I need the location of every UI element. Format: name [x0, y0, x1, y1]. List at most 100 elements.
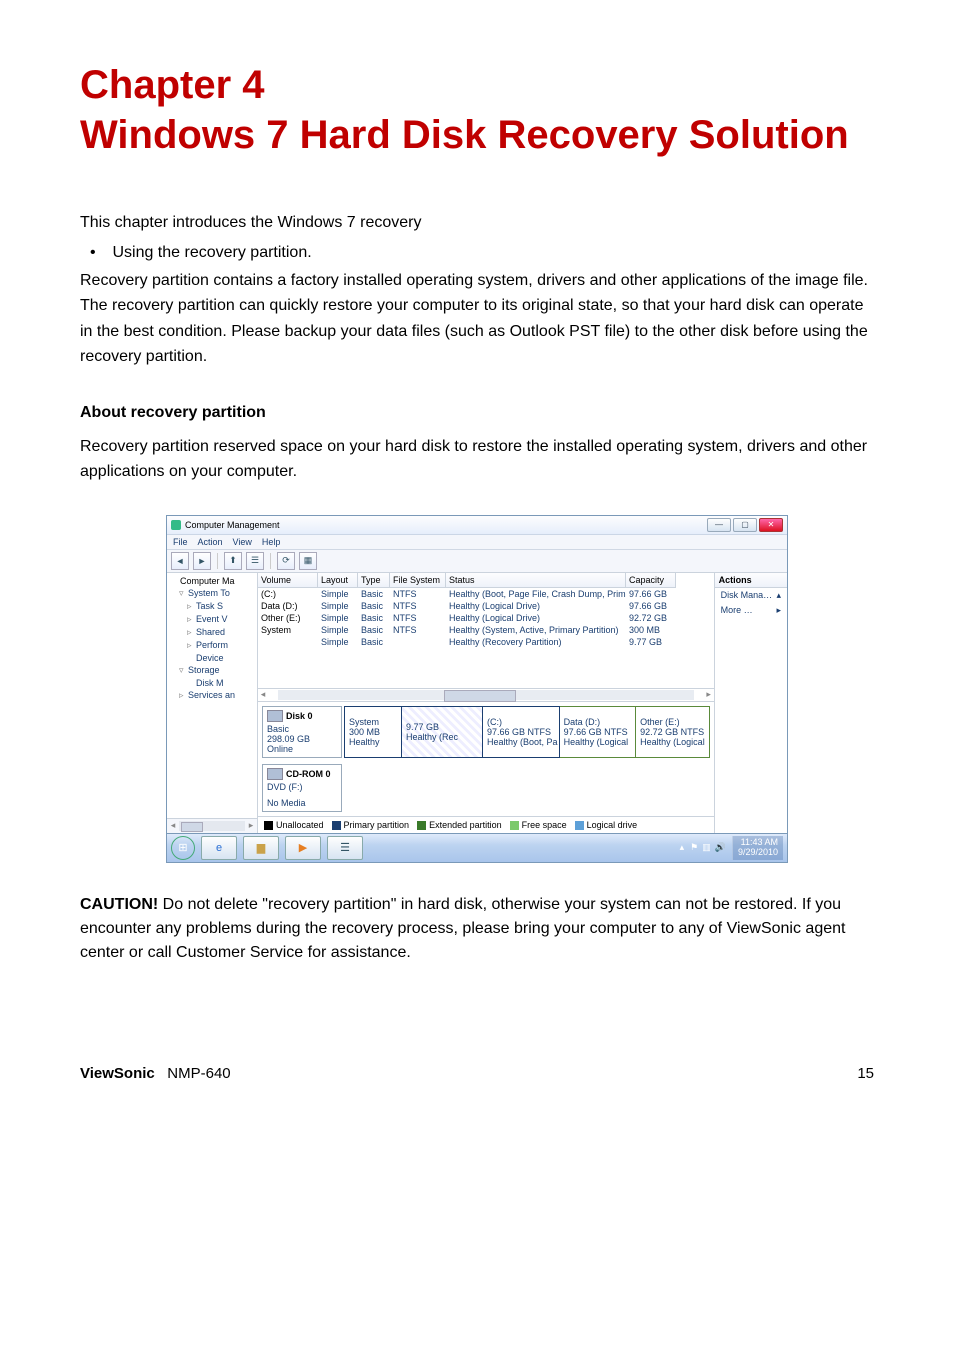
volume-row[interactable]: System Simple Basic NTFS Healthy (System…	[258, 624, 714, 636]
footer-brand: ViewSonic	[80, 1065, 155, 1082]
disk0-block[interactable]: Disk 0 Basic 298.09 GB Online System 300…	[262, 706, 710, 758]
col-status[interactable]: Status	[446, 573, 626, 588]
intro-bullet-text: Using the recovery partition.	[112, 244, 311, 261]
up-icon[interactable]: ⬆	[224, 552, 242, 570]
tree-performance[interactable]: ▹Perform	[169, 639, 259, 652]
cell-capacity: 97.66 GB	[626, 600, 676, 612]
partition-system[interactable]: System 300 MB Healthy	[344, 706, 402, 758]
cell-fs: NTFS	[390, 588, 446, 600]
legend-extended: Extended partition	[429, 820, 502, 830]
tree-services[interactable]: ▹Services an	[169, 689, 259, 702]
tray-network-icon[interactable]: ▥	[702, 842, 711, 853]
col-type[interactable]: Type	[358, 573, 390, 588]
legend-free-icon	[510, 821, 519, 830]
col-layout[interactable]: Layout	[318, 573, 358, 588]
window-title: Computer Management	[185, 520, 280, 530]
taskbar-app-icon[interactable]: ☰	[327, 836, 363, 860]
taskbar-clock[interactable]: 11:43 AM 9/29/2010	[732, 836, 783, 860]
tray-show-hidden-icon[interactable]: ▴	[680, 842, 685, 853]
action-disk-management[interactable]: Disk Mana…▴	[715, 588, 787, 603]
cell-capacity: 97.66 GB	[626, 588, 676, 600]
menu-view[interactable]: View	[233, 537, 252, 547]
cell-capacity: 300 MB	[626, 624, 676, 636]
cell-fs: NTFS	[390, 612, 446, 624]
cell-volume: Other (E:)	[258, 612, 318, 624]
volume-header-row: Volume Layout Type File System Status Ca…	[258, 573, 714, 588]
about-heading: About recovery partition	[80, 400, 874, 426]
tree-shared-folders[interactable]: ▹Shared	[169, 626, 259, 639]
taskbar-date: 9/29/2010	[738, 848, 778, 858]
properties-icon[interactable]: ☰	[246, 552, 264, 570]
page-footer: ViewSonic NMP-640 15	[80, 1065, 874, 1082]
tray-volume-icon[interactable]: 🔊	[715, 842, 726, 853]
cell-layout: Simple	[318, 588, 358, 600]
tree-root[interactable]: Computer Ma	[169, 575, 259, 587]
maximize-button[interactable]: ▢	[733, 518, 757, 532]
tree-device-manager[interactable]: Device	[169, 652, 259, 664]
partition-recovery[interactable]: 9.77 GB Healthy (Rec	[402, 706, 483, 758]
cdrom-label: CD-ROM 0 DVD (F:) No Media	[262, 764, 342, 812]
legend: Unallocated Primary partition Extended p…	[258, 816, 714, 833]
cell-capacity: 92.72 GB	[626, 612, 676, 624]
window-body: Computer Ma ▿System To ▹Task S ▹Event V …	[167, 573, 787, 833]
tree-disk-management[interactable]: Disk M	[169, 677, 259, 689]
refresh-icon[interactable]: ⟳	[277, 552, 295, 570]
col-filesystem[interactable]: File System	[390, 573, 446, 588]
cell-fs: NTFS	[390, 624, 446, 636]
footer-model: NMP-640	[167, 1065, 230, 1082]
actions-header: Actions	[715, 573, 787, 588]
partition-d[interactable]: Data (D:) 97.66 GB NTFS Healthy (Logical	[560, 706, 637, 758]
nav-back-icon[interactable]: ◄	[171, 552, 189, 570]
cdrom-block[interactable]: CD-ROM 0 DVD (F:) No Media	[262, 764, 710, 812]
cell-volume: (C:)	[258, 588, 318, 600]
cell-volume: System	[258, 624, 318, 636]
tray-flag-icon[interactable]: ⚑	[690, 842, 698, 853]
legend-free: Free space	[522, 820, 567, 830]
start-button[interactable]: ⊞	[171, 836, 195, 860]
list-view-icon[interactable]: ▦	[299, 552, 317, 570]
disk-icon	[267, 710, 283, 722]
taskbar-explorer-icon[interactable]: ▆	[243, 836, 279, 860]
nav-forward-icon[interactable]: ►	[193, 552, 211, 570]
cell-type: Basic	[358, 636, 390, 648]
tree-horizontal-scrollbar[interactable]: ◂▸	[167, 818, 257, 833]
partition-c[interactable]: (C:) 97.66 GB NTFS Healthy (Boot, Pa	[483, 706, 560, 758]
col-capacity[interactable]: Capacity	[626, 573, 676, 588]
legend-primary: Primary partition	[344, 820, 410, 830]
action-more[interactable]: More …▸	[715, 603, 787, 618]
close-button[interactable]: ✕	[759, 518, 783, 532]
volume-row[interactable]: Simple Basic Healthy (Recovery Partition…	[258, 636, 714, 648]
taskbar-media-icon[interactable]: ▶	[285, 836, 321, 860]
volume-row[interactable]: (C:) Simple Basic NTFS Healthy (Boot, Pa…	[258, 588, 714, 600]
volume-row[interactable]: Other (E:) Simple Basic NTFS Healthy (Lo…	[258, 612, 714, 624]
menu-action[interactable]: Action	[198, 537, 223, 547]
menu-help[interactable]: Help	[262, 537, 281, 547]
caution-paragraph: CAUTION! Do not delete "recovery partiti…	[80, 893, 874, 965]
minimize-button[interactable]: —	[707, 518, 731, 532]
tree-task-scheduler[interactable]: ▹Task S	[169, 600, 259, 613]
menu-file[interactable]: File	[173, 537, 188, 547]
tree-storage[interactable]: ▿Storage	[169, 664, 259, 677]
bullet-dot-icon: •	[90, 244, 108, 262]
volume-table: Volume Layout Type File System Status Ca…	[258, 573, 714, 702]
cell-layout: Simple	[318, 624, 358, 636]
legend-extended-icon	[417, 821, 426, 830]
cell-type: Basic	[358, 588, 390, 600]
menubar: File Action View Help	[167, 535, 787, 550]
cell-fs: NTFS	[390, 600, 446, 612]
volume-row[interactable]: Data (D:) Simple Basic NTFS Healthy (Log…	[258, 600, 714, 612]
cell-volume	[258, 636, 318, 648]
cell-volume: Data (D:)	[258, 600, 318, 612]
tree-system-tools[interactable]: ▿System To	[169, 587, 259, 600]
tree-event-viewer[interactable]: ▹Event V	[169, 613, 259, 626]
cell-status: Healthy (System, Active, Primary Partiti…	[446, 624, 626, 636]
volume-horizontal-scrollbar[interactable]: ◂▸	[258, 688, 714, 701]
cell-layout: Simple	[318, 600, 358, 612]
legend-logical-icon	[575, 821, 584, 830]
windows-taskbar: ⊞ e ▆ ▶ ☰ ▴ ⚑ ▥ 🔊 11:43 AM 9/29/2010	[166, 834, 788, 863]
disk-graphical-view: Disk 0 Basic 298.09 GB Online System 300…	[258, 702, 714, 816]
taskbar-ie-icon[interactable]: e	[201, 836, 237, 860]
partition-e[interactable]: Other (E:) 92.72 GB NTFS Healthy (Logica…	[636, 706, 710, 758]
disk0-label: Disk 0 Basic 298.09 GB Online	[262, 706, 342, 758]
col-volume[interactable]: Volume	[258, 573, 318, 588]
